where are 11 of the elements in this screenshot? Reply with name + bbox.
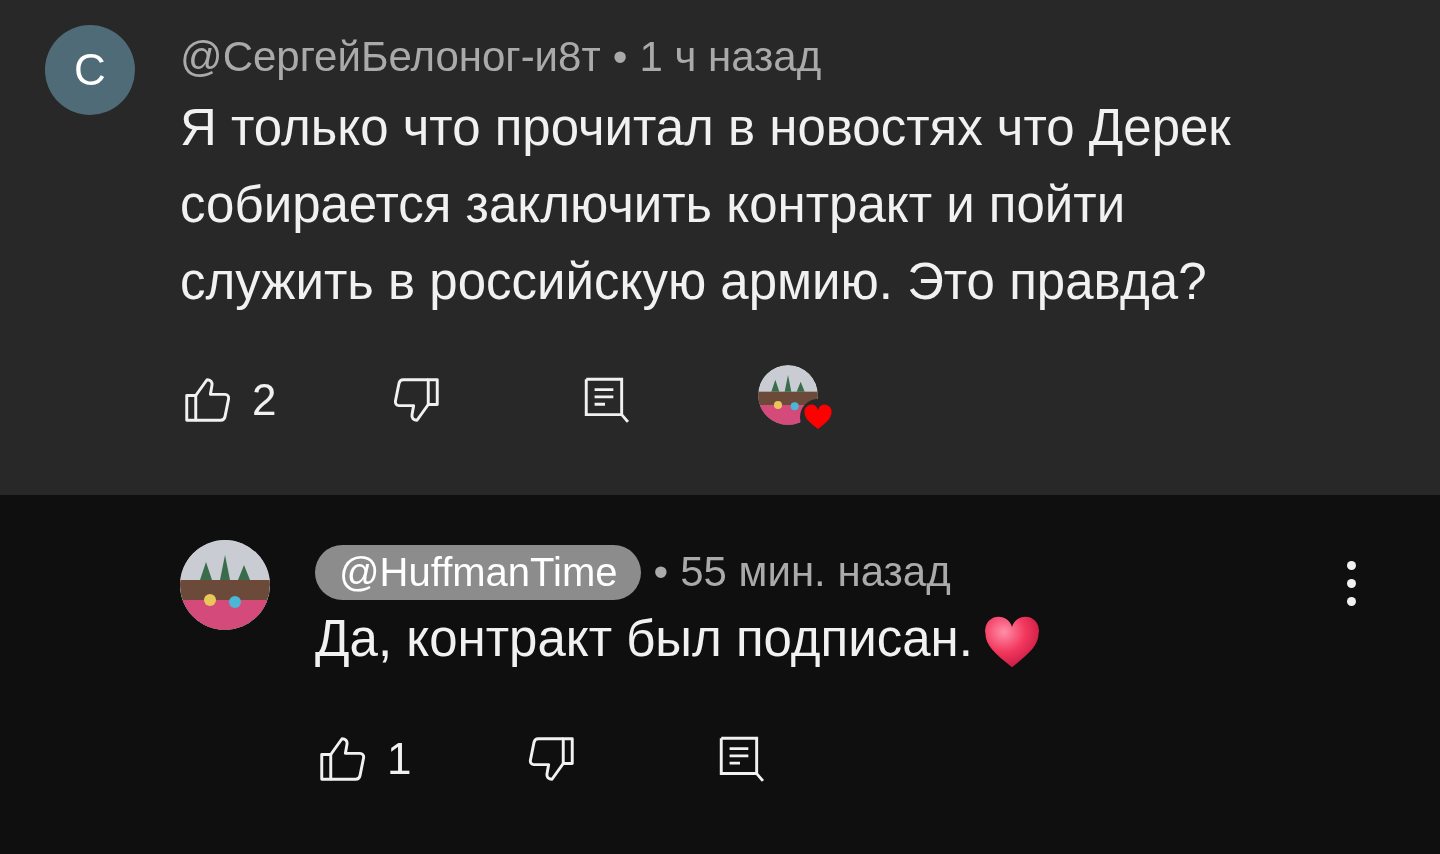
author-name[interactable]: @HuffmanTime xyxy=(315,544,642,600)
comment-text: Да, контракт был подписан. xyxy=(315,600,1440,677)
comment-time: 1 ч назад xyxy=(639,33,822,81)
avatar-letter[interactable]: С xyxy=(45,25,135,115)
like-count: 2 xyxy=(252,375,277,425)
comment-time: 55 мин. назад xyxy=(680,548,951,596)
like-count: 1 xyxy=(387,734,412,784)
separator-dot: • xyxy=(612,33,628,81)
comment-text: Я только что прочитал в новостях что Дерек собирается заключить контракт и пойти служить в российскую армию. Это правда? xyxy=(180,98,1232,312)
author-name[interactable]: @СергейБелоног-и8т xyxy=(180,33,601,81)
separator-dot: • xyxy=(653,548,669,596)
